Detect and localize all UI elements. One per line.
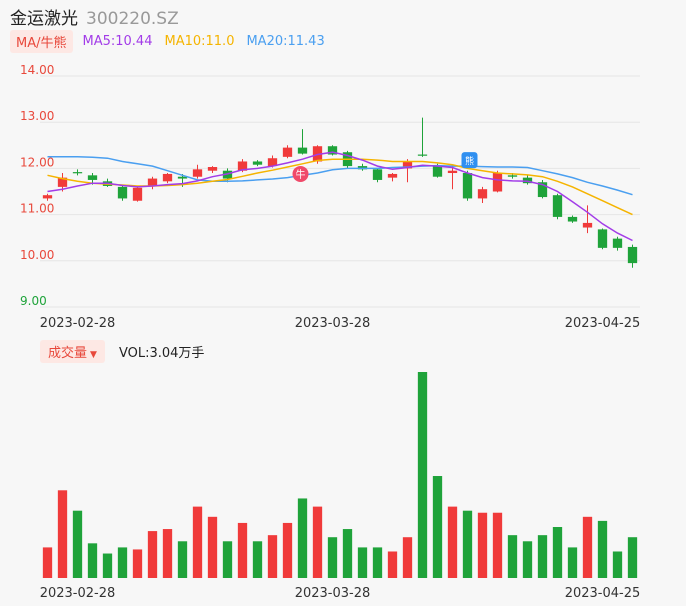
volume-bar [387, 551, 398, 578]
candle-down [597, 229, 608, 248]
volume-bar [612, 551, 623, 578]
volume-bar [372, 547, 383, 578]
candle-down [372, 169, 383, 180]
volume-bar [177, 541, 188, 578]
candle-up [492, 173, 503, 192]
volume-x-tick-label: 2023-04-25 [565, 586, 641, 601]
volume-bar [222, 541, 233, 578]
candle-up [477, 189, 488, 199]
volume-bar [102, 553, 113, 578]
volume-bar [207, 516, 218, 578]
kline-chart[interactable]: 14.0013.0012.0011.0010.009.00牛熊2023-02-2… [0, 0, 686, 606]
volume-bar [237, 522, 248, 578]
volume-bar [117, 547, 128, 578]
volume-bar [522, 541, 533, 578]
candle-up [387, 173, 398, 178]
volume-bar [162, 529, 173, 578]
bull-marker-label: 牛 [296, 168, 306, 181]
volume-bar [267, 535, 278, 578]
volume-bar [132, 549, 143, 578]
volume-bar [297, 498, 308, 578]
price-tick-label: 13.00 [20, 109, 54, 123]
volume-bar [327, 537, 338, 578]
volume-bar [312, 506, 323, 578]
volume-bar [57, 490, 68, 578]
volume-bar [72, 510, 83, 578]
volume-x-tick-label: 2023-03-28 [295, 586, 371, 601]
candle-down [117, 186, 128, 199]
candle-down [462, 173, 473, 199]
volume-bar [597, 520, 608, 578]
price-x-tick-label: 2023-04-25 [565, 316, 641, 331]
volume-bar [147, 531, 158, 578]
volume-bar [447, 506, 458, 578]
volume-bar [627, 537, 638, 578]
price-tick-label: 11.00 [20, 202, 54, 216]
volume-bar [417, 372, 428, 578]
price-tick-label: 9.00 [20, 294, 47, 308]
candle-down [612, 238, 623, 248]
volume-bar [192, 506, 203, 578]
candle-down [417, 154, 428, 156]
price-x-tick-label: 2023-03-28 [295, 316, 371, 331]
volume-bar [567, 547, 578, 578]
volume-bar [42, 547, 53, 578]
volume-bar [402, 537, 413, 578]
candle-up [162, 173, 173, 182]
candle-up [582, 222, 593, 228]
bear-marker-label: 熊 [465, 155, 474, 167]
price-x-tick-label: 2023-02-28 [40, 316, 116, 331]
candle-up [207, 167, 218, 171]
candle-down [432, 166, 443, 177]
candle-up [42, 195, 53, 199]
candle-up [192, 169, 203, 177]
volume-bar [87, 543, 98, 578]
price-tick-label: 14.00 [20, 63, 54, 77]
volume-bar [507, 535, 518, 578]
candle-up [447, 170, 458, 174]
price-tick-label: 10.00 [20, 248, 54, 262]
volume-bar [342, 529, 353, 578]
candle-up [147, 178, 158, 186]
volume-bar [432, 476, 443, 578]
volume-bar [462, 510, 473, 578]
candle-down [627, 246, 638, 264]
candle-down [552, 195, 563, 217]
volume-x-tick-label: 2023-02-28 [40, 586, 116, 601]
candle-down [72, 172, 83, 174]
volume-bar [357, 547, 368, 578]
candle-down [507, 175, 518, 177]
volume-bar [477, 512, 488, 578]
volume-bar [252, 541, 263, 578]
candle-up [282, 147, 293, 157]
volume-bar [552, 527, 563, 578]
candle-down [87, 175, 98, 180]
candle-down [252, 161, 263, 165]
volume-bar [492, 512, 503, 578]
volume-bar [537, 535, 548, 578]
candle-up [132, 187, 143, 201]
candle-down [297, 147, 308, 154]
candle-down [567, 216, 578, 222]
volume-bar [582, 516, 593, 578]
volume-bar [282, 522, 293, 578]
